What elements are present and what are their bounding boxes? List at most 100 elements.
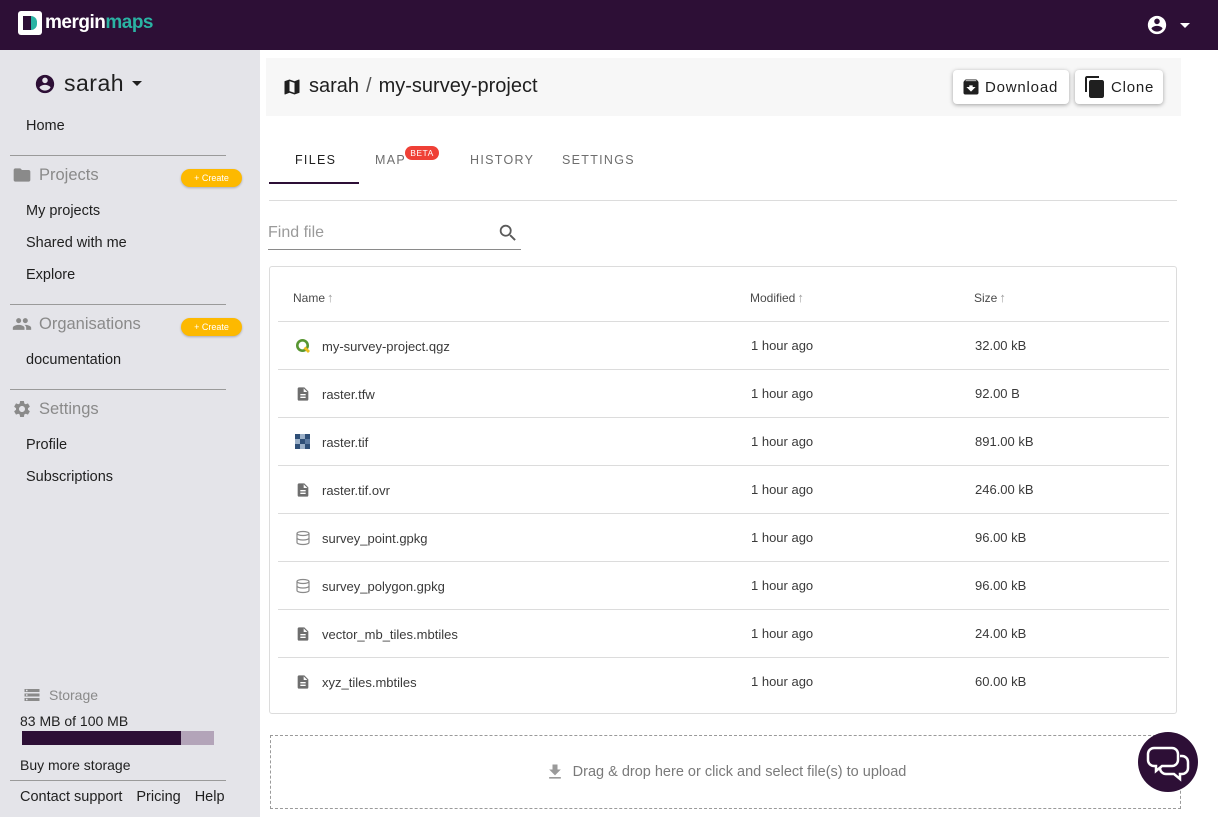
logo-mark-icon [18, 11, 42, 35]
file-size: 891.00 kB [975, 434, 1034, 449]
breadcrumb: sarah / my-survey-project [282, 75, 538, 98]
file-modified: 1 hour ago [751, 578, 814, 593]
tab-settings[interactable]: SETTINGS [562, 153, 635, 167]
tab-history[interactable]: HISTORY [470, 153, 534, 167]
search-icon[interactable] [497, 222, 519, 244]
footer-links: Contact support Pricing Help [20, 789, 239, 805]
copy-icon [1085, 76, 1104, 98]
sort-arrow-icon: ↑ [797, 290, 804, 305]
sidebar-item-my-projects[interactable]: My projects [26, 203, 100, 219]
settings-heading: Settings [39, 399, 99, 418]
file-modified: 1 hour ago [751, 338, 814, 353]
database-icon [294, 576, 312, 596]
sidebar-item-subscriptions[interactable]: Subscriptions [26, 469, 113, 485]
file-size: 60.00 kB [975, 674, 1027, 689]
storage-progress-bar [22, 731, 214, 745]
create-project-button[interactable]: + Create [181, 169, 242, 187]
sort-arrow-icon: ↑ [327, 290, 334, 305]
file-size: 96.00 kB [975, 578, 1027, 593]
sort-arrow-icon: ↑ [999, 290, 1006, 305]
table-row[interactable]: xyz_tiles.mbtiles 1 hour ago 60.00 kB [278, 657, 1169, 705]
chat-icon [1146, 746, 1190, 782]
file-size: 24.00 kB [975, 626, 1027, 641]
table-row[interactable]: vector_mb_tiles.mbtiles 1 hour ago 24.00… [278, 609, 1169, 657]
tab-files[interactable]: FILES [295, 153, 336, 167]
folder-icon [13, 168, 31, 182]
file-modified: 1 hour ago [751, 674, 814, 689]
divider [10, 780, 226, 781]
project-title: my-survey-project [378, 75, 538, 97]
organisations-heading: Organisations [39, 314, 141, 333]
top-bar: merginmaps [0, 0, 1218, 50]
sidebar-item-shared-with-me[interactable]: Shared with me [26, 235, 127, 251]
contact-support-link[interactable]: Contact support [20, 789, 122, 805]
file-icon [294, 624, 312, 644]
table-row[interactable]: raster.tif 1 hour ago 891.00 kB [278, 417, 1169, 465]
breadcrumb-owner[interactable]: sarah [309, 75, 359, 98]
qgis-icon [294, 336, 312, 356]
file-name: raster.tif [322, 434, 369, 450]
column-header-size[interactable]: Size ↑ [974, 290, 1006, 305]
file-icon [294, 672, 312, 692]
file-modified: 1 hour ago [751, 626, 814, 641]
people-icon [12, 318, 32, 330]
divider [10, 155, 226, 156]
file-name: raster.tfw [322, 386, 375, 402]
divider [10, 304, 226, 305]
file-size: 32.00 kB [975, 338, 1027, 353]
organisations-section-head: Organisations [11, 314, 141, 334]
file-name: vector_mb_tiles.mbtiles [322, 626, 458, 642]
breadcrumb-separator: / [366, 75, 372, 97]
file-modified: 1 hour ago [751, 434, 814, 449]
file-modified: 1 hour ago [751, 482, 814, 497]
column-header-name[interactable]: Name ↑ [293, 290, 334, 305]
file-table: Name ↑ Modified ↑ Size ↑ my-survey-project.… [269, 266, 1177, 714]
download-button[interactable]: Download [953, 70, 1069, 104]
clone-button[interactable]: Clone [1075, 70, 1163, 104]
sidebar-item-profile[interactable]: Profile [26, 437, 67, 453]
table-row[interactable]: survey_polygon.gpkg 1 hour ago 96.00 kB [278, 561, 1169, 609]
help-link[interactable]: Help [195, 789, 225, 805]
buy-more-storage-link[interactable]: Buy more storage [20, 757, 131, 773]
upload-dropzone[interactable]: Drag & drop here or click and select fil… [270, 735, 1181, 809]
user-menu[interactable]: sarah [34, 70, 143, 97]
settings-section-head: Settings [11, 399, 99, 419]
create-organisation-button[interactable]: + Create [181, 318, 242, 336]
account-circle-icon [35, 74, 55, 93]
storage-heading: Storage [49, 687, 99, 703]
clone-label: Clone [1111, 78, 1155, 96]
pricing-link[interactable]: Pricing [136, 789, 180, 805]
file-name: survey_polygon.gpkg [322, 578, 445, 594]
file-name: xyz_tiles.mbtiles [322, 674, 417, 690]
raster-icon [294, 432, 312, 452]
file-icon [294, 480, 312, 500]
account-circle-icon [1147, 15, 1167, 35]
username: sarah [64, 70, 125, 96]
active-tab-indicator [269, 182, 359, 184]
sidebar-item-explore[interactable]: Explore [26, 267, 75, 283]
find-file-search [268, 218, 521, 250]
upload-label: Drag & drop here or click and select fil… [572, 764, 907, 780]
account-menu-button[interactable] [1146, 14, 1190, 36]
table-row[interactable]: raster.tif.ovr 1 hour ago 246.00 kB [278, 465, 1169, 513]
column-header-modified[interactable]: Modified ↑ [750, 290, 804, 305]
file-name: raster.tif.ovr [322, 482, 390, 498]
chat-button[interactable] [1138, 732, 1198, 792]
sidebar-item-documentation[interactable]: documentation [26, 352, 121, 368]
table-row[interactable]: raster.tfw 1 hour ago 92.00 B [278, 369, 1169, 417]
storage-progress-fill [22, 731, 182, 745]
download-label: Download [985, 78, 1059, 96]
beta-badge: BETA [405, 146, 439, 160]
mergin-maps-logo[interactable]: merginmaps [18, 11, 153, 35]
tab-map[interactable]: MAP [375, 153, 406, 167]
search-input[interactable] [268, 222, 488, 244]
project-header: sarah / my-survey-project Download Clone [266, 58, 1181, 116]
table-row[interactable]: my-survey-project.qgz 1 hour ago 32.00 k… [278, 321, 1169, 369]
table-row[interactable]: survey_point.gpkg 1 hour ago 96.00 kB [278, 513, 1169, 561]
storage-icon [24, 689, 40, 701]
storage-head: Storage [22, 686, 98, 704]
sidebar-item-home[interactable]: Home [26, 118, 65, 134]
file-modified: 1 hour ago [751, 386, 814, 401]
map-icon [284, 79, 300, 94]
logo-text: merginmaps [45, 12, 153, 33]
